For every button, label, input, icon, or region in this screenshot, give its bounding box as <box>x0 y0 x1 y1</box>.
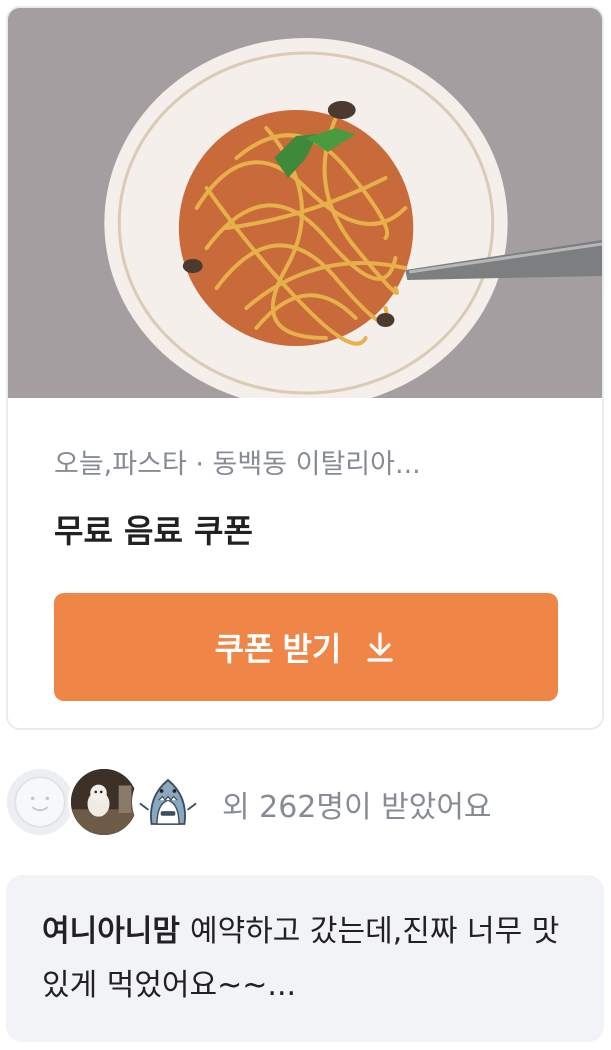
get-coupon-label: 쿠폰 받기 <box>214 631 342 667</box>
review-author: 여니아니맘 <box>42 914 180 949</box>
dog-avatar <box>68 766 140 838</box>
download-icon <box>367 632 393 662</box>
shark-avatar <box>132 766 204 838</box>
coupon-title: 무료 음료 쿠폰 <box>54 512 253 550</box>
coupon-receivers: 외 262명이 받았어요 <box>4 766 604 840</box>
get-coupon-button[interactable]: 쿠폰 받기 <box>54 593 558 701</box>
store-name[interactable]: 오늘,파스타 · 동백동 이탈리아... <box>54 442 554 481</box>
review-preview[interactable]: 여니아니맘 예약하고 갔는데,진짜 너무 맛있게 먹었어요~~... <box>6 875 604 1042</box>
default-avatar <box>4 766 76 838</box>
coupon-card[interactable]: 오늘,파스타 · 동백동 이탈리아... 무료 음료 쿠폰 쿠폰 받기 <box>6 6 604 730</box>
pasta-photo <box>8 8 602 398</box>
review-text: 여니아니맘 예약하고 갔는데,진짜 너무 맛있게 먹었어요~~... <box>42 905 572 1013</box>
receivers-count: 외 262명이 받았어요 <box>222 790 492 825</box>
